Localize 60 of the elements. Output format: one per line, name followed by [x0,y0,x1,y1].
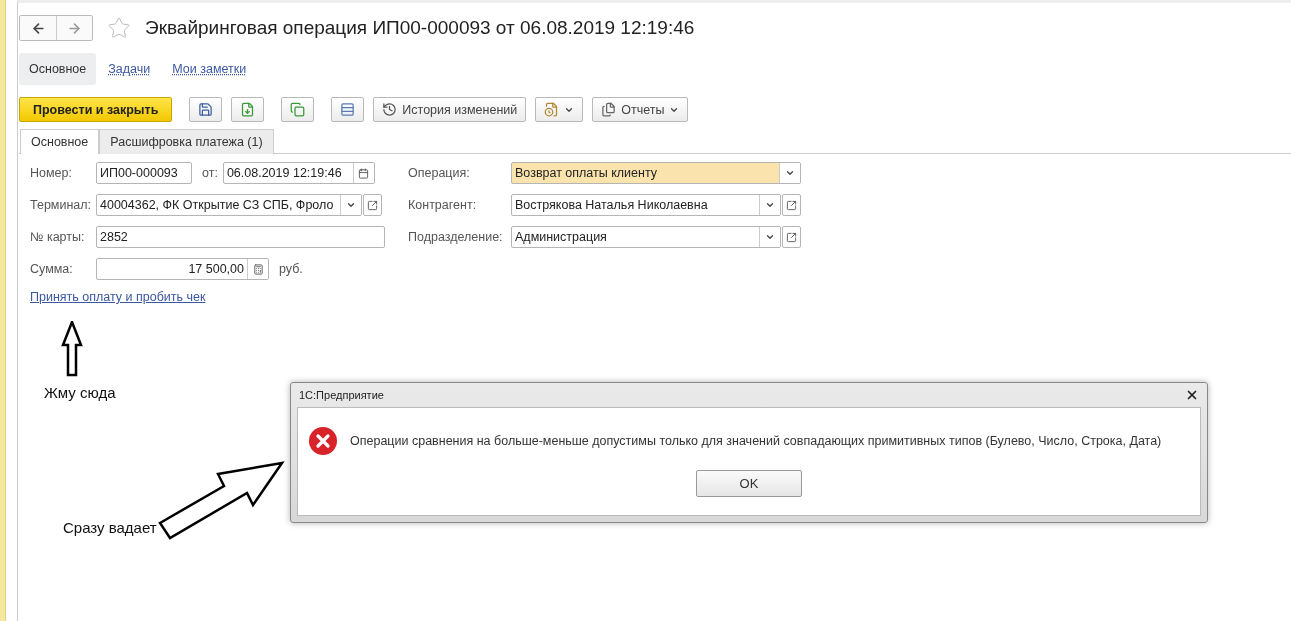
form-tab[interactable]: Расшифровка платежа (1) [99,129,274,154]
field-label: от: [202,166,218,180]
caret-icon [765,200,775,210]
ok-button[interactable]: OK [696,470,802,497]
text-field[interactable]: ИП00-000093 [96,162,192,184]
dialog-title: 1С:Предприятие [299,389,384,401]
menu-button[interactable] [535,97,584,122]
number-field[interactable]: 17 500,00 [96,258,269,280]
diagonal-arrow-icon [158,461,285,541]
field-label: Сумма: [30,262,73,276]
calculator-icon [252,263,264,275]
caret-icon [346,200,356,210]
history-button[interactable]: История изменений [373,97,527,122]
section-tab[interactable]: Мои заметки [162,53,257,85]
close-icon[interactable] [1185,388,1199,402]
accept-payment-link[interactable]: Принять оплату и пробить чек [30,290,206,304]
reports-icon [601,102,617,117]
post-and-close-button[interactable]: Провести и закрыть [19,97,173,122]
error-icon [308,426,338,456]
form-tab[interactable]: Основное [20,129,100,154]
open-button[interactable] [782,226,801,248]
field-label: Операция: [408,166,470,180]
annotation-text: Жму сюда [44,384,116,401]
history-icon [382,102,398,117]
star-icon[interactable] [107,16,131,40]
document-arrow-icon [240,102,256,117]
field-label: Номер: [30,166,72,180]
select-field[interactable]: Возврат оплаты клиенту [511,162,801,184]
open-icon [786,231,797,243]
field-label: Подразделение: [408,230,503,244]
list-icon [340,102,356,117]
section-tab[interactable]: Задачи [98,53,161,85]
select-field[interactable]: Администрация [511,226,781,248]
toolbar-button[interactable] [231,97,265,122]
window-title: Эквайринговая операция ИП00-000093 от 06.08.2019 12:19:46 [145,17,695,39]
caret-icon [765,232,775,242]
copy-icon [290,102,306,117]
toolbar-button[interactable] [331,97,365,122]
section-tab[interactable]: Основное [19,53,97,85]
text-field[interactable]: 2852 [96,226,385,248]
annotation-text: Сразу вадает [63,519,157,536]
date-field[interactable]: 06.08.2019 12:19:46 [222,162,375,184]
unit-label: руб. [279,262,303,276]
menu-button[interactable]: Отчеты [592,97,689,122]
error-message: Операции сравнения на больше-меньше допустимы только для значений совпадающих примитивных типов (Булево, Число, Строка, Дата) [350,434,1162,448]
field-label: № карты: [30,230,85,244]
caret-icon [785,168,795,178]
toolbar-button[interactable] [281,97,315,122]
calendar-icon [358,167,370,179]
toolbar-button[interactable] [189,97,223,122]
open-button[interactable] [363,194,382,216]
up-arrow-icon [61,321,83,377]
field-label: Контрагент: [408,198,477,212]
field-label: Терминал: [30,198,92,212]
select-field[interactable]: 40004362, ФК Открытие СЗ СПБ, Фроло [96,194,362,216]
open-icon [786,199,797,211]
open-icon [367,199,378,211]
open-button[interactable] [782,194,801,216]
document-clock-icon [544,102,560,117]
select-field[interactable]: Вострякова Наталья Николаевна [511,194,781,216]
